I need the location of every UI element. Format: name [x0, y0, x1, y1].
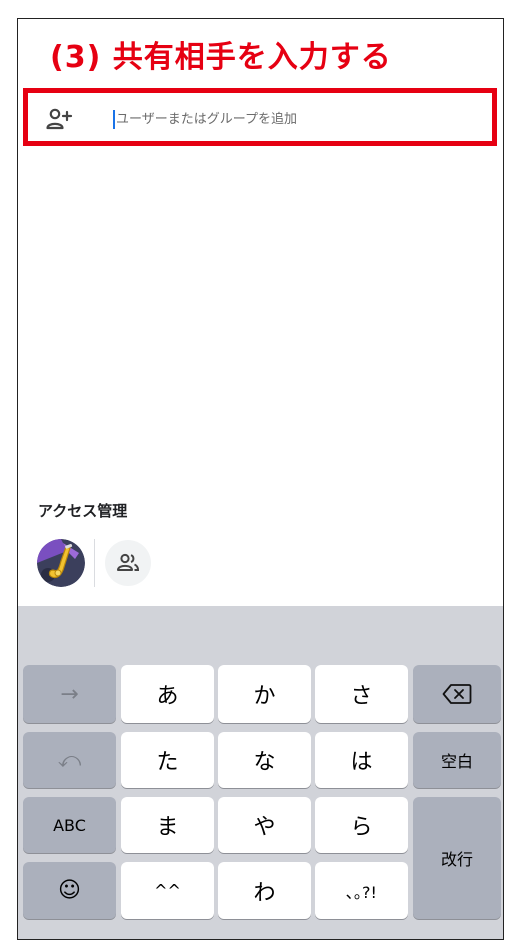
- key-ra-label: ら: [350, 815, 373, 840]
- key-wa[interactable]: わ: [218, 862, 311, 919]
- key-ya-label: や: [253, 815, 276, 840]
- key-space[interactable]: 空白: [413, 732, 501, 788]
- emoji-icon: ☺: [58, 878, 81, 903]
- key-return[interactable]: 改行: [413, 797, 501, 919]
- key-kaomoji-label: ^^: [154, 881, 181, 900]
- key-a-label: あ: [156, 684, 179, 709]
- japanese-keyboard: → あ か さ ⤺ た な は 空白 ABC ま や ら 改行 ☺ ^^ わ ､…: [18, 606, 503, 939]
- step-title: (3) 共有相手を入力する: [50, 40, 392, 75]
- key-ta[interactable]: た: [121, 732, 214, 788]
- key-ka[interactable]: か: [218, 665, 311, 723]
- owner-avatar[interactable]: [37, 539, 85, 587]
- add-people-input[interactable]: [116, 107, 476, 131]
- key-arrow-right[interactable]: →: [23, 665, 116, 723]
- key-punctuation-label: ､｡?!: [346, 882, 377, 902]
- key-ha-label: は: [350, 750, 373, 775]
- access-section-title: アクセス管理: [38, 502, 128, 520]
- key-abc-label: ABC: [53, 815, 86, 835]
- key-wa-label: わ: [253, 880, 276, 906]
- key-abc[interactable]: ABC: [23, 797, 116, 853]
- text-cursor: [113, 110, 115, 129]
- key-ha[interactable]: は: [315, 732, 408, 788]
- key-na-label: な: [253, 750, 276, 775]
- key-return-label: 改行: [440, 850, 473, 869]
- manage-people-button[interactable]: [105, 540, 151, 586]
- person-add-icon: [46, 108, 73, 130]
- key-ra[interactable]: ら: [315, 797, 408, 853]
- key-backspace[interactable]: [413, 665, 501, 723]
- key-arrow-right-label: →: [60, 681, 79, 707]
- key-punctuation[interactable]: ､｡?!: [315, 862, 408, 919]
- key-sa-label: さ: [350, 684, 373, 709]
- add-people-row[interactable]: [23, 88, 497, 146]
- key-kaomoji[interactable]: ^^: [121, 862, 214, 919]
- key-ma[interactable]: ま: [121, 797, 214, 853]
- key-ta-label: た: [156, 750, 179, 775]
- key-sa[interactable]: さ: [315, 665, 408, 723]
- backspace-icon: [442, 684, 472, 704]
- key-ma-label: ま: [156, 815, 179, 840]
- key-emoji[interactable]: ☺: [23, 862, 116, 919]
- key-ya[interactable]: や: [218, 797, 311, 853]
- people-icon: [117, 553, 140, 571]
- saxophone-avatar-icon: [37, 539, 85, 587]
- avatar-divider: [94, 539, 95, 587]
- undo-icon: ⤺: [57, 747, 82, 773]
- key-ka-label: か: [253, 684, 276, 709]
- key-undo[interactable]: ⤺: [23, 732, 116, 788]
- key-na[interactable]: な: [218, 732, 311, 788]
- key-a[interactable]: あ: [121, 665, 214, 723]
- key-space-label: 空白: [440, 752, 473, 771]
